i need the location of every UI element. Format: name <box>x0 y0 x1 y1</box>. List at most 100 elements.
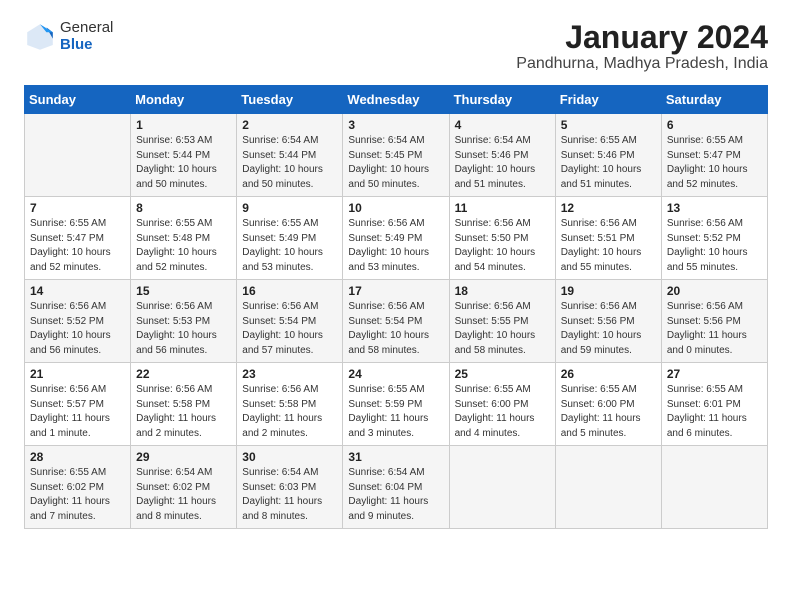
location-title: Pandhurna, Madhya Pradesh, India <box>516 55 768 73</box>
day-number: 4 <box>455 118 550 132</box>
day-info: Sunrise: 6:54 AM Sunset: 5:45 PM Dayligh… <box>348 134 443 192</box>
table-cell: 23Sunrise: 6:56 AM Sunset: 5:58 PM Dayli… <box>237 363 343 446</box>
logo-blue-label: Blue <box>60 37 113 54</box>
day-info: Sunrise: 6:56 AM Sunset: 5:58 PM Dayligh… <box>136 383 231 441</box>
table-cell: 27 Sunrise: 6:55 AM Sunset: 6:01 PM Dayli… <box>661 363 767 446</box>
day-info: Sunrise: 6:54 AM Sunset: 6:04 PM Dayligh… <box>348 466 443 524</box>
logo-icon <box>24 21 56 53</box>
day-number: 19 <box>561 284 656 298</box>
day-info: Sunrise: 6:55 AM Sunset: 5:46 PM Dayligh… <box>561 134 656 192</box>
day-info: Sunrise: 6:55 AM Sunset: 6:00 PM Dayligh… <box>561 383 656 441</box>
title-area: January 2024 Pandhurna, Madhya Pradesh, … <box>516 20 768 73</box>
logo-text: General Blue <box>60 20 113 53</box>
col-sunday: Sunday <box>25 86 131 114</box>
table-cell: 2 Sunrise: 6:54 AM Sunset: 5:44 PM Daylig… <box>237 114 343 197</box>
day-info: Sunrise: 6:56 AM Sunset: 5:56 PM Dayligh… <box>667 300 762 358</box>
day-number: 5 <box>561 118 656 132</box>
day-number: 13 <box>667 201 762 215</box>
week-row-2: 7Sunrise: 6:55 AM Sunset: 5:47 PM Daylig… <box>25 197 768 280</box>
day-info: Sunrise: 6:56 AM Sunset: 5:52 PM Dayligh… <box>667 217 762 275</box>
col-saturday: Saturday <box>661 86 767 114</box>
day-number: 1 <box>136 118 231 132</box>
day-info: Sunrise: 6:55 AM Sunset: 5:48 PM Dayligh… <box>136 217 231 275</box>
table-cell: 31 Sunrise: 6:54 AM Sunset: 6:04 PM Dayli… <box>343 446 449 529</box>
day-info: Sunrise: 6:55 AM Sunset: 6:02 PM Dayligh… <box>30 466 125 524</box>
day-number: 29 <box>136 450 231 464</box>
day-info: Sunrise: 6:56 AM Sunset: 5:54 PM Dayligh… <box>242 300 337 358</box>
day-info: Sunrise: 6:55 AM Sunset: 5:49 PM Dayligh… <box>242 217 337 275</box>
day-info: Sunrise: 6:56 AM Sunset: 5:55 PM Dayligh… <box>455 300 550 358</box>
table-cell: 22Sunrise: 6:56 AM Sunset: 5:58 PM Dayli… <box>131 363 237 446</box>
day-number: 28 <box>30 450 125 464</box>
day-number: 31 <box>348 450 443 464</box>
table-cell: 6Sunrise: 6:55 AM Sunset: 5:47 PM Daylig… <box>661 114 767 197</box>
day-info: Sunrise: 6:56 AM Sunset: 5:56 PM Dayligh… <box>561 300 656 358</box>
day-number: 10 <box>348 201 443 215</box>
table-cell: 28 Sunrise: 6:55 AM Sunset: 6:02 PM Dayli… <box>25 446 131 529</box>
day-number: 11 <box>455 201 550 215</box>
table-cell: 1 Sunrise: 6:53 AM Sunset: 5:44 PM Daylig… <box>131 114 237 197</box>
week-row-4: 21Sunrise: 6:56 AM Sunset: 5:57 PM Dayli… <box>25 363 768 446</box>
table-cell: 29 Sunrise: 6:54 AM Sunset: 6:02 PM Dayli… <box>131 446 237 529</box>
table-cell <box>661 446 767 529</box>
table-cell: 26 Sunrise: 6:55 AM Sunset: 6:00 PM Dayli… <box>555 363 661 446</box>
day-info: Sunrise: 6:54 AM Sunset: 5:44 PM Dayligh… <box>242 134 337 192</box>
table-cell <box>25 114 131 197</box>
table-cell: 21Sunrise: 6:56 AM Sunset: 5:57 PM Dayli… <box>25 363 131 446</box>
table-cell <box>449 446 555 529</box>
day-number: 12 <box>561 201 656 215</box>
day-info: Sunrise: 6:56 AM Sunset: 5:57 PM Dayligh… <box>30 383 125 441</box>
table-cell: 17Sunrise: 6:56 AM Sunset: 5:54 PM Dayli… <box>343 280 449 363</box>
day-info: Sunrise: 6:54 AM Sunset: 5:46 PM Dayligh… <box>455 134 550 192</box>
week-row-1: 1 Sunrise: 6:53 AM Sunset: 5:44 PM Daylig… <box>25 114 768 197</box>
day-number: 3 <box>348 118 443 132</box>
day-info: Sunrise: 6:54 AM Sunset: 6:02 PM Dayligh… <box>136 466 231 524</box>
day-number: 26 <box>561 367 656 381</box>
day-info: Sunrise: 6:56 AM Sunset: 5:51 PM Dayligh… <box>561 217 656 275</box>
table-cell: 20 Sunrise: 6:56 AM Sunset: 5:56 PM Dayli… <box>661 280 767 363</box>
logo: General Blue <box>24 20 113 53</box>
week-row-5: 28 Sunrise: 6:55 AM Sunset: 6:02 PM Dayli… <box>25 446 768 529</box>
day-info: Sunrise: 6:56 AM Sunset: 5:50 PM Dayligh… <box>455 217 550 275</box>
table-cell: 13 Sunrise: 6:56 AM Sunset: 5:52 PM Dayli… <box>661 197 767 280</box>
calendar-table: Sunday Monday Tuesday Wednesday Thursday… <box>24 85 768 529</box>
day-info: Sunrise: 6:56 AM Sunset: 5:52 PM Dayligh… <box>30 300 125 358</box>
table-cell: 24 Sunrise: 6:55 AM Sunset: 5:59 PM Dayli… <box>343 363 449 446</box>
logo-general-label: General <box>60 20 113 37</box>
table-cell: 9Sunrise: 6:55 AM Sunset: 5:49 PM Daylig… <box>237 197 343 280</box>
day-number: 18 <box>455 284 550 298</box>
day-info: Sunrise: 6:53 AM Sunset: 5:44 PM Dayligh… <box>136 134 231 192</box>
day-number: 7 <box>30 201 125 215</box>
table-cell: 18 Sunrise: 6:56 AM Sunset: 5:55 PM Dayli… <box>449 280 555 363</box>
day-number: 15 <box>136 284 231 298</box>
col-wednesday: Wednesday <box>343 86 449 114</box>
day-number: 20 <box>667 284 762 298</box>
col-thursday: Thursday <box>449 86 555 114</box>
day-number: 27 <box>667 367 762 381</box>
day-info: Sunrise: 6:56 AM Sunset: 5:49 PM Dayligh… <box>348 217 443 275</box>
table-cell: 5 Sunrise: 6:55 AM Sunset: 5:46 PM Daylig… <box>555 114 661 197</box>
day-number: 16 <box>242 284 337 298</box>
page: General Blue January 2024 Pandhurna, Mad… <box>0 0 792 545</box>
day-number: 6 <box>667 118 762 132</box>
day-number: 30 <box>242 450 337 464</box>
col-monday: Monday <box>131 86 237 114</box>
month-title: January 2024 <box>516 20 768 55</box>
table-cell <box>555 446 661 529</box>
header-area: General Blue January 2024 Pandhurna, Mad… <box>24 20 768 73</box>
table-cell: 10 Sunrise: 6:56 AM Sunset: 5:49 PM Dayli… <box>343 197 449 280</box>
day-number: 23 <box>242 367 337 381</box>
col-tuesday: Tuesday <box>237 86 343 114</box>
day-number: 24 <box>348 367 443 381</box>
header-row: Sunday Monday Tuesday Wednesday Thursday… <box>25 86 768 114</box>
table-cell: 8 Sunrise: 6:55 AM Sunset: 5:48 PM Daylig… <box>131 197 237 280</box>
day-number: 8 <box>136 201 231 215</box>
table-cell: 3 Sunrise: 6:54 AM Sunset: 5:45 PM Daylig… <box>343 114 449 197</box>
day-number: 2 <box>242 118 337 132</box>
table-cell: 7Sunrise: 6:55 AM Sunset: 5:47 PM Daylig… <box>25 197 131 280</box>
table-cell: 4 Sunrise: 6:54 AM Sunset: 5:46 PM Daylig… <box>449 114 555 197</box>
day-info: Sunrise: 6:56 AM Sunset: 5:53 PM Dayligh… <box>136 300 231 358</box>
day-info: Sunrise: 6:55 AM Sunset: 6:01 PM Dayligh… <box>667 383 762 441</box>
day-info: Sunrise: 6:55 AM Sunset: 5:59 PM Dayligh… <box>348 383 443 441</box>
day-info: Sunrise: 6:54 AM Sunset: 6:03 PM Dayligh… <box>242 466 337 524</box>
